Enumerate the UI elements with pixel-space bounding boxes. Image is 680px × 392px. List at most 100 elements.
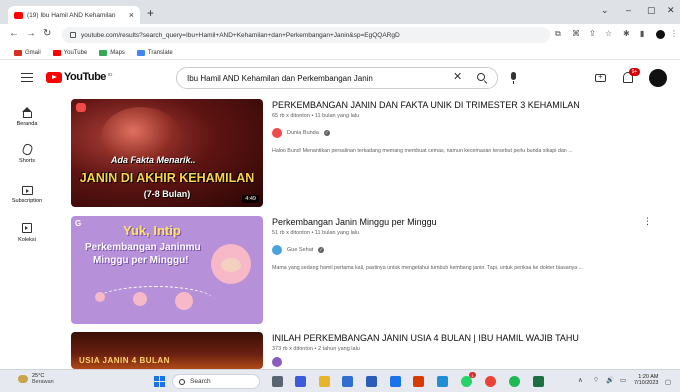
sidebar-item-library[interactable]: Koleksi [0, 223, 54, 243]
bookmark-translate[interactable]: Translate [136, 49, 173, 56]
bookmark-label: Translate [147, 49, 173, 56]
url-text[interactable]: youtube.com/results?search_query=Ibu+Ham… [81, 32, 400, 39]
shorts-icon [20, 142, 34, 157]
tray-overflow-icon[interactable]: ∧ [578, 377, 583, 385]
windows-taskbar: 25°C Berawan Search 1 ∧ ⌔ 🔊 ▭ 1:20 AM 7/… [0, 369, 680, 392]
taskbar-search[interactable]: Search [172, 374, 260, 389]
channel-avatar[interactable] [272, 245, 282, 255]
video-meta: 65 rb x ditonton • 11 bulan yang lalu [272, 113, 360, 119]
battery-icon[interactable]: ▭ [620, 377, 626, 385]
thumbnail-text: G [75, 219, 82, 228]
file-icon[interactable] [272, 376, 283, 387]
video-info: INILAH PERKEMBANGAN JANIN USIA 4 BULAN |… [272, 333, 652, 367]
chrome-menu-icon[interactable]: ⋮ [670, 30, 678, 38]
video-title[interactable]: INILAH PERKEMBANGAN JANIN USIA 4 BULAN |… [272, 333, 652, 344]
close-window-button[interactable]: ✕ [667, 6, 675, 15]
youtube-icon [52, 49, 61, 56]
chrome-icon[interactable] [485, 376, 496, 387]
office-icon[interactable] [413, 376, 424, 387]
library-icon [21, 223, 33, 234]
search-icon [179, 378, 185, 385]
minimize-button[interactable]: – [626, 6, 631, 15]
bookmark-youtube[interactable]: YouTube [52, 49, 87, 56]
channel-link[interactable]: Dunia Bunda ✓ [272, 128, 652, 138]
youtube-logo[interactable]: YouTube ID [46, 71, 112, 83]
mail-icon[interactable] [390, 376, 401, 387]
channel-link[interactable] [272, 357, 652, 367]
explorer-icon[interactable] [319, 376, 330, 387]
youtube-logo-text: YouTube [64, 71, 106, 83]
bookmark-maps[interactable]: Maps [99, 49, 125, 56]
growth-path-illustration [95, 286, 215, 316]
spotify-icon[interactable] [509, 376, 520, 387]
back-arrow-icon[interactable]: ← [9, 29, 19, 39]
maximize-button[interactable]: ▢ [647, 6, 656, 15]
search-icon[interactable] [477, 73, 489, 85]
create-video-icon[interactable] [595, 72, 606, 82]
verified-check-icon: ✓ [323, 130, 330, 136]
new-tab-button[interactable]: + [147, 7, 154, 19]
home-icon [21, 107, 33, 118]
more-actions-icon[interactable]: ⋮ [643, 217, 652, 226]
chat-icon[interactable] [295, 376, 306, 387]
forward-arrow-icon[interactable]: → [26, 29, 36, 39]
sidebar-item-subscriptions[interactable]: Subscription [0, 184, 54, 204]
video-thumbnail[interactable]: USIA JANIN 4 BULAN [71, 332, 263, 369]
profile-avatar-icon[interactable] [656, 30, 665, 39]
video-description: Haloo Bund! Menantikan persalinan terkad… [272, 148, 573, 154]
reload-icon[interactable]: ↻ [43, 29, 51, 39]
system-clock[interactable]: 1:20 AM 7/10/2023 [634, 374, 658, 386]
word-icon[interactable] [366, 376, 377, 387]
edge-icon[interactable] [437, 376, 448, 387]
sidebar-item-label: Koleksi [18, 237, 36, 243]
excel-icon[interactable] [533, 376, 544, 387]
sidebar-item-home[interactable]: Beranda [0, 107, 54, 127]
channel-avatar[interactable] [272, 128, 282, 138]
address-bar[interactable]: youtube.com/results?search_query=Ibu+Ham… [62, 27, 550, 43]
whatsapp-badge: 1 [469, 372, 476, 378]
extensions-icon[interactable]: ✱ [623, 30, 630, 38]
notification-center-icon[interactable]: ▢ [665, 378, 671, 386]
weather-widget[interactable]: 25°C Berawan [18, 373, 54, 385]
google-lens-icon[interactable]: ⧉ [555, 30, 561, 38]
video-title[interactable]: Perkembangan Janin Minggu per Minggu [272, 217, 652, 228]
verified-check-icon: ✓ [318, 247, 325, 253]
bookmarks-bar: Gmail YouTube Maps Translate [0, 46, 680, 60]
channel-name[interactable]: Dunia Bunda [287, 130, 319, 136]
video-thumbnail[interactable]: Ada Fakta Menarik.. JANIN DI AKHIR KEHAM… [71, 99, 263, 207]
thumbnail-text: Perkembangan Janinmu [85, 242, 201, 253]
browser-tab-youtube[interactable]: (19) Ibu Hamil AND Kehamilan × [8, 6, 140, 24]
lock-icon [70, 32, 76, 38]
maps-icon [99, 49, 108, 56]
bookmark-label: Maps [110, 49, 125, 56]
video-meta: 373 rb x ditonton • 2 tahun yang lalu [272, 346, 360, 352]
hamburger-menu-icon[interactable] [21, 73, 33, 82]
store-icon[interactable] [342, 376, 353, 387]
thumbnail-text: USIA JANIN 4 BULAN [79, 356, 170, 365]
tab-close-icon[interactable]: × [129, 10, 134, 20]
microphone-icon[interactable] [511, 72, 516, 84]
volume-icon[interactable]: 🔊 [606, 377, 614, 385]
channel-name[interactable]: Gue Sehat [287, 247, 313, 253]
browser-tabstrip: (19) Ibu Hamil AND Kehamilan × + ⌄ – ▢ ✕ [0, 0, 680, 24]
tab-search-icon[interactable]: ⌄ [601, 6, 609, 15]
video-thumbnail[interactable]: G Yuk, Intip Perkembangan Janinmu Minggu… [71, 216, 263, 324]
account-avatar[interactable] [649, 69, 667, 87]
embryo-stage-illustration [175, 292, 193, 310]
translate-icon[interactable]: ⌘ [572, 30, 580, 38]
windows-start-icon[interactable] [154, 376, 165, 387]
youtube-header: YouTube ID ✕ 9+ [0, 60, 680, 96]
share-icon[interactable]: ⇪ [589, 30, 596, 38]
search-input[interactable] [187, 73, 449, 83]
channel-avatar[interactable] [272, 357, 282, 367]
channel-link[interactable]: Gue Sehat ✓ [272, 245, 652, 255]
wifi-icon[interactable]: ⌔ [593, 377, 599, 385]
clear-search-icon[interactable]: ✕ [453, 72, 462, 83]
sidebar-item-shorts[interactable]: Shorts [0, 142, 54, 164]
youtube-play-icon [46, 71, 62, 83]
video-title[interactable]: PERKEMBANGAN JANIN DAN FAKTA UNIK DI TRI… [272, 100, 652, 111]
bookmark-gmail[interactable]: Gmail [14, 49, 41, 56]
video-duration: 4:49 [242, 195, 259, 203]
side-panel-icon[interactable]: ▮ [640, 30, 644, 38]
bookmark-star-icon[interactable]: ☆ [605, 30, 612, 38]
